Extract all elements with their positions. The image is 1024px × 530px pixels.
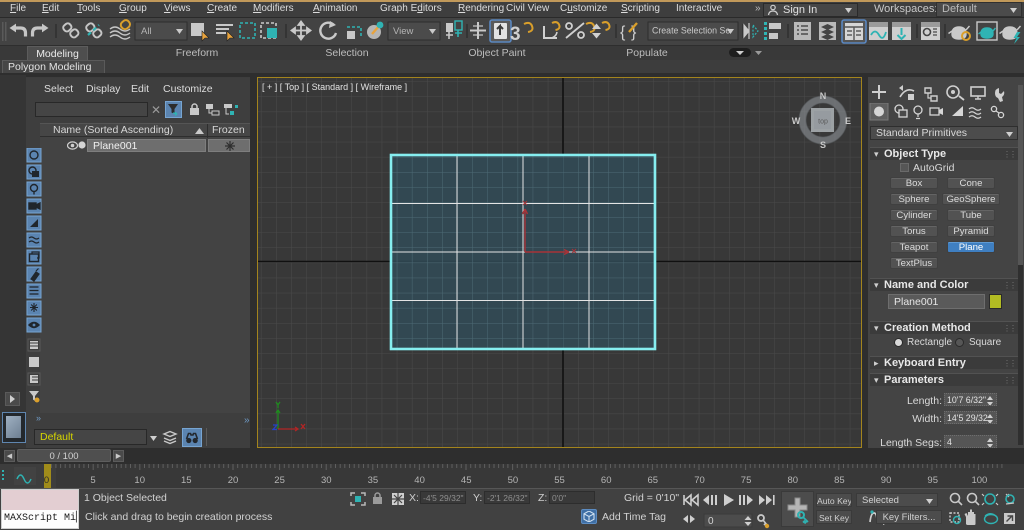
- svg-text:S: S: [820, 140, 826, 150]
- svg-text:55: 55: [554, 475, 565, 486]
- svg-text:45: 45: [461, 475, 472, 486]
- svg-text:{: {: [620, 24, 626, 41]
- svg-text:25: 25: [274, 475, 285, 486]
- svg-text:[ + ] [ Top ] [ Standard ] [ W: [ + ] [ Top ] [ Standard ] [ Wireframe ]: [262, 82, 407, 92]
- svg-text:15: 15: [181, 475, 192, 486]
- svg-text:40: 40: [414, 475, 425, 486]
- svg-text:top: top: [818, 119, 828, 126]
- svg-text:50: 50: [508, 475, 519, 486]
- svg-text:30: 30: [321, 475, 332, 486]
- svg-text:View: View: [393, 26, 414, 37]
- svg-text:100: 100: [971, 475, 987, 486]
- svg-text:35: 35: [368, 475, 379, 486]
- svg-text:3: 3: [510, 24, 521, 45]
- svg-text:20: 20: [228, 475, 239, 486]
- svg-text:Create Selection Se: Create Selection Se: [652, 26, 730, 36]
- svg-text:0: 0: [708, 516, 714, 527]
- svg-text:85: 85: [834, 475, 845, 486]
- svg-text:80: 80: [788, 475, 799, 486]
- svg-text:90: 90: [881, 475, 892, 486]
- svg-text:60: 60: [601, 475, 612, 486]
- svg-text:E: E: [845, 116, 851, 126]
- svg-text:95: 95: [927, 475, 938, 486]
- svg-text:»: »: [36, 413, 41, 423]
- svg-text:N: N: [820, 91, 827, 101]
- svg-text:10: 10: [134, 475, 145, 486]
- svg-text:75: 75: [741, 475, 752, 486]
- svg-text:All: All: [141, 26, 152, 37]
- svg-text:70: 70: [694, 475, 705, 486]
- svg-text:W: W: [792, 116, 801, 126]
- svg-text:0: 0: [44, 475, 49, 486]
- svg-text:5: 5: [90, 475, 95, 486]
- svg-text:65: 65: [648, 475, 659, 486]
